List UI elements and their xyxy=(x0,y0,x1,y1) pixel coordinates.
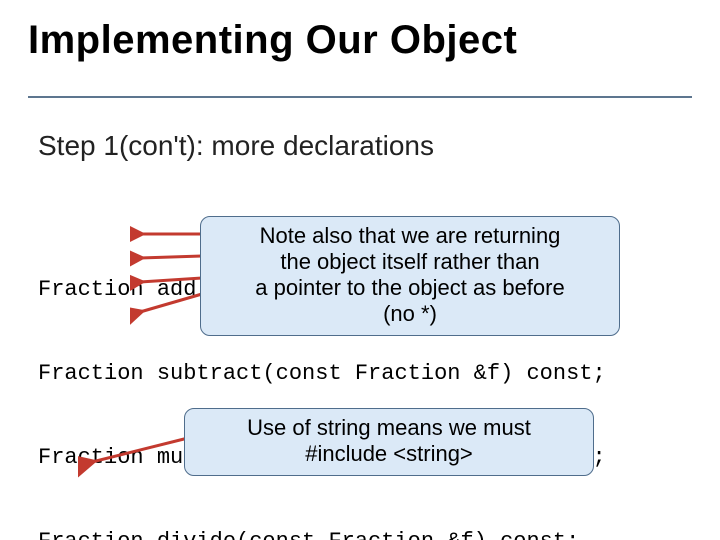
callout-string-include: Use of string means we must #include <st… xyxy=(184,408,594,476)
callout-line: #include <string> xyxy=(199,441,579,467)
slide-subtitle: Step 1(con't): more declarations xyxy=(38,130,434,162)
title-rule xyxy=(28,96,692,98)
code-line: Fraction divide(const Fraction &f) const… xyxy=(38,528,606,540)
slide: Implementing Our Object Step 1(con't): m… xyxy=(0,0,720,540)
callout-line: Note also that we are returning xyxy=(215,223,605,249)
slide-title: Implementing Our Object xyxy=(28,18,692,63)
code-line: Fraction subtract(const Fraction &f) con… xyxy=(38,360,606,388)
callout-line: Use of string means we must xyxy=(199,415,579,441)
callout-line: a pointer to the object as before xyxy=(215,275,605,301)
callout-line: (no *) xyxy=(215,301,605,327)
callout-line: the object itself rather than xyxy=(215,249,605,275)
callout-return-object: Note also that we are returning the obje… xyxy=(200,216,620,336)
